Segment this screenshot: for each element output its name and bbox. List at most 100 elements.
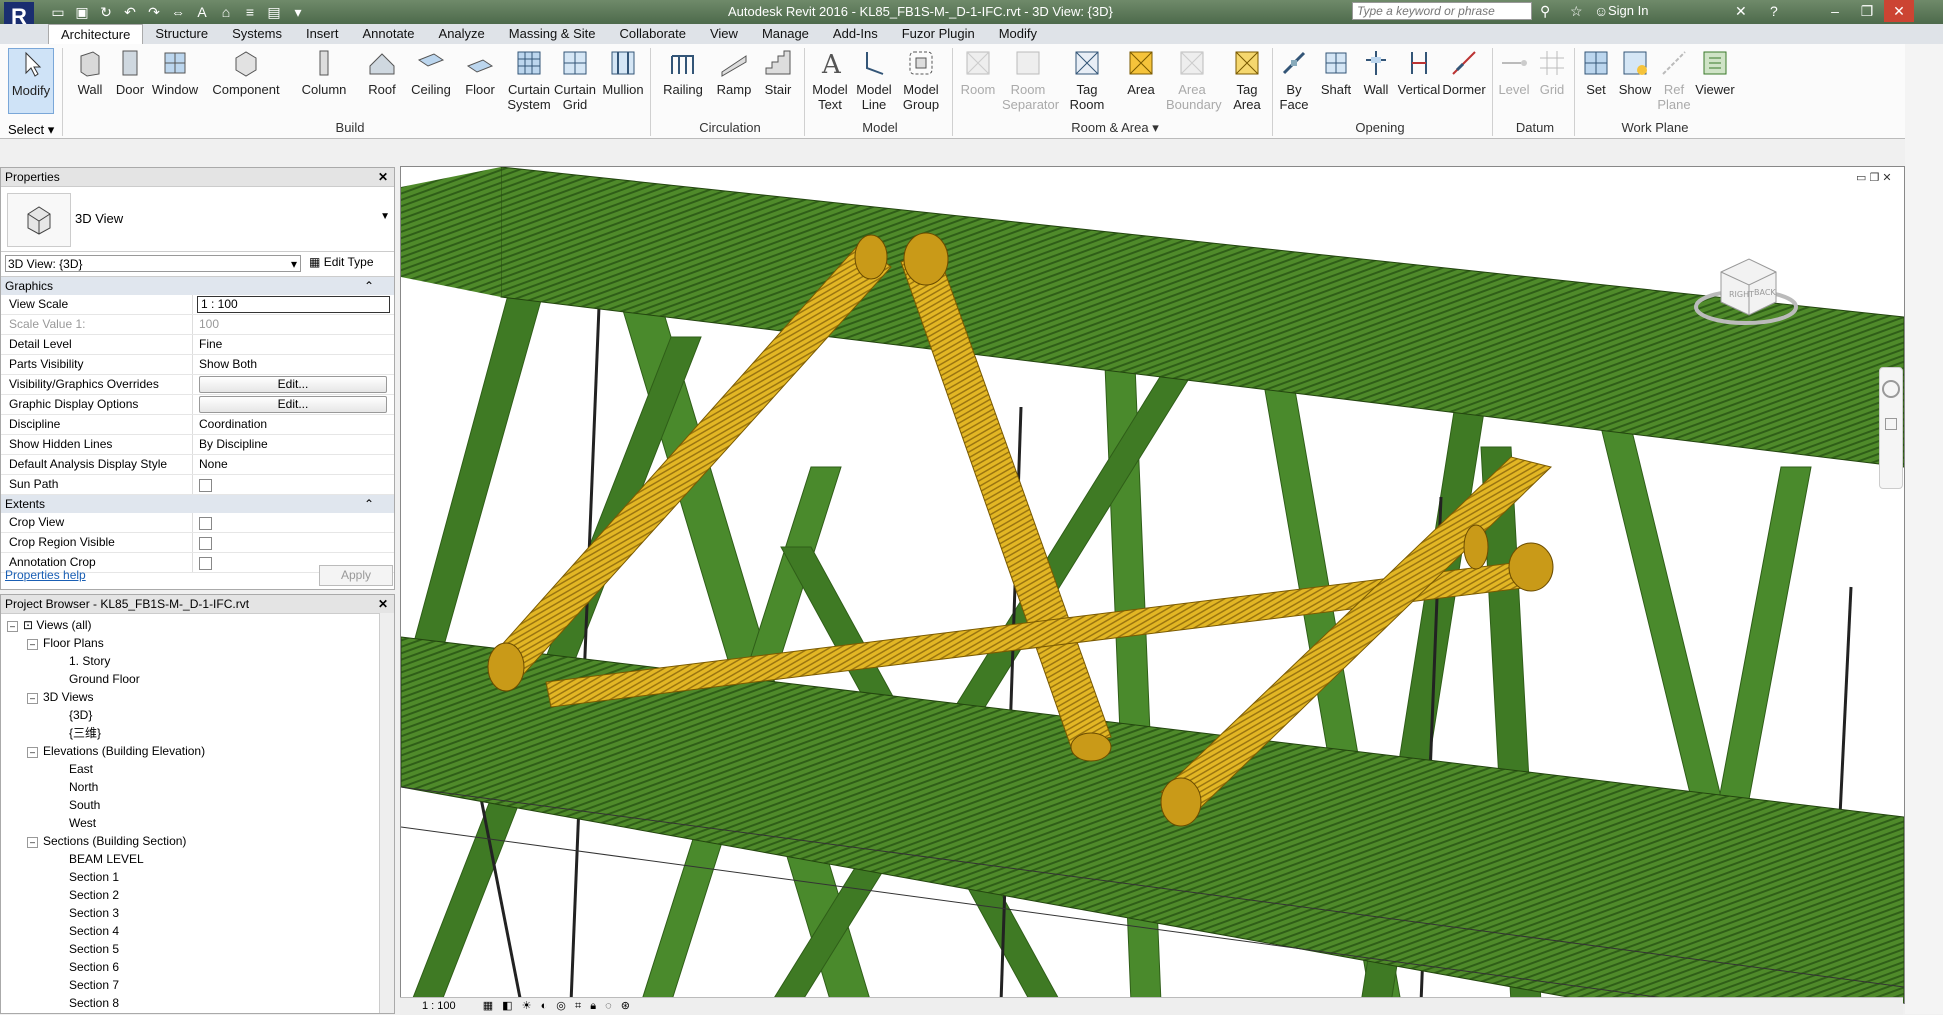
curtain-grid-button[interactable]: Curtain Grid <box>554 48 596 112</box>
tab-collaborate[interactable]: Collaborate <box>607 24 698 44</box>
window-button[interactable]: Window <box>150 48 200 97</box>
collapse-icon[interactable]: – <box>7 621 18 632</box>
tag-room-button[interactable]: Tag Room <box>1066 48 1108 112</box>
viewcube[interactable]: RIGHT BACK <box>1691 237 1801 337</box>
sun-path-icon[interactable]: ☀ <box>522 1000 532 1012</box>
crop-region-checkbox[interactable] <box>199 537 212 550</box>
component-button[interactable]: Component <box>210 48 282 97</box>
railing-button[interactable]: Railing <box>660 48 706 97</box>
graphics-section[interactable]: Graphics ⌃ <box>1 277 394 295</box>
tab-add-ins[interactable]: Add-Ins <box>821 24 890 44</box>
text-icon[interactable]: A <box>192 2 212 22</box>
measure-icon[interactable]: ⇔ <box>168 2 188 22</box>
exchange-icon[interactable]: ✕ <box>1735 3 1747 20</box>
properties-help-link[interactable]: Properties help <box>5 568 86 582</box>
tree-item[interactable]: Section 2 <box>7 886 394 904</box>
help-icon[interactable]: ? <box>1770 3 1778 19</box>
apply-button[interactable]: Apply <box>319 565 393 586</box>
dormer-button[interactable]: Dormer <box>1442 48 1486 97</box>
model-group-button[interactable]: Model Group <box>898 48 944 112</box>
tree-item[interactable]: Section 4 <box>7 922 394 940</box>
tab-modify[interactable]: Modify <box>987 24 1049 44</box>
room-separator-button[interactable]: Room Separator <box>1002 48 1059 112</box>
save-icon[interactable]: ▣ <box>72 2 92 22</box>
tree-item[interactable]: BEAM LEVEL <box>7 850 394 868</box>
vg-edit-button[interactable]: Edit... <box>199 376 387 393</box>
area-boundary-button[interactable]: Area Boundary <box>1166 48 1222 112</box>
grid-button[interactable]: Grid <box>1534 48 1570 97</box>
select-dropdown[interactable]: Select ▾ <box>8 122 54 138</box>
instance-selector[interactable]: 3D View: {3D} ▾ <box>5 255 301 272</box>
hide-isolate-icon[interactable]: ◌ <box>605 1000 612 1012</box>
tree-item[interactable]: West <box>7 814 394 832</box>
tag-area-button[interactable]: Tag Area <box>1226 48 1268 112</box>
view-scale-input[interactable]: 1 : 100 <box>197 296 390 313</box>
collapse-icon[interactable]: – <box>27 639 38 650</box>
tree-item[interactable]: Section 7 <box>7 976 394 994</box>
gdo-edit-button[interactable]: Edit... <box>199 396 387 413</box>
prop-parts-visibility[interactable]: Parts Visibility Show Both <box>1 355 394 375</box>
minimize-view-icon[interactable]: ▭ <box>1856 172 1866 184</box>
redo-icon[interactable]: ↷ <box>144 2 164 22</box>
edit-type-button[interactable]: ▦ Edit Type <box>309 255 374 269</box>
stair-button[interactable]: Stair <box>758 48 798 97</box>
tree-item[interactable]: South <box>7 796 394 814</box>
wall-button[interactable]: Wall <box>70 48 110 97</box>
tree-item[interactable]: Section 6 <box>7 958 394 976</box>
roof-button[interactable]: Roof <box>362 48 402 97</box>
tree-item[interactable]: Section 1 <box>7 868 394 886</box>
column-button[interactable]: Column <box>298 48 350 97</box>
by-face-button[interactable]: By Face <box>1276 48 1312 112</box>
tab-manage[interactable]: Manage <box>750 24 821 44</box>
visual-style-icon[interactable]: ◧ <box>502 1000 512 1012</box>
lock-icon[interactable]: 🔒︎ <box>590 1000 596 1012</box>
restore-view-icon[interactable]: ❐ <box>1869 172 1879 184</box>
tree-item[interactable]: North <box>7 778 394 796</box>
floor-button[interactable]: Floor <box>460 48 500 97</box>
restore-button[interactable]: ❐ <box>1852 0 1882 22</box>
ceiling-button[interactable]: Ceiling <box>408 48 454 97</box>
tab-massing-site[interactable]: Massing & Site <box>497 24 608 44</box>
model-line-button[interactable]: Model Line <box>852 48 896 112</box>
detail-level-icon[interactable]: ▦ <box>483 1000 493 1012</box>
render-icon[interactable]: ◎ <box>556 1000 566 1012</box>
tab-fuzor-plugin[interactable]: Fuzor Plugin <box>890 24 987 44</box>
sun-path-checkbox[interactable] <box>199 479 212 492</box>
wall-opening-button[interactable]: Wall <box>1356 48 1396 97</box>
zoom-icon[interactable] <box>1885 418 1897 430</box>
tab-systems[interactable]: Systems <box>220 24 294 44</box>
binoculars-icon[interactable]: ⚲ <box>1540 3 1550 20</box>
star-icon[interactable]: ☆ <box>1570 3 1583 20</box>
area-button[interactable]: Area <box>1120 48 1162 97</box>
tree-item[interactable]: Section 3 <box>7 904 394 922</box>
thin-lines-icon[interactable]: ≡ <box>240 2 260 22</box>
minimize-button[interactable]: – <box>1820 0 1850 22</box>
open-icon[interactable]: ▭ <box>48 2 68 22</box>
shaft-button[interactable]: Shaft <box>1316 48 1356 97</box>
tab-insert[interactable]: Insert <box>294 24 351 44</box>
qat-dropdown-icon[interactable]: ▾ <box>288 2 308 22</box>
prop-discipline[interactable]: Discipline Coordination <box>1 415 394 435</box>
steering-wheel-icon[interactable] <box>1882 380 1900 398</box>
close-hidden-icon[interactable]: ▤ <box>264 2 284 22</box>
sync-icon[interactable]: ↻ <box>96 2 116 22</box>
tab-analyze[interactable]: Analyze <box>427 24 497 44</box>
prop-hidden-lines[interactable]: Show Hidden Lines By Discipline <box>1 435 394 455</box>
model-text-button[interactable]: A Model Text <box>808 48 852 112</box>
tree-3d-views[interactable]: –3D Views <box>7 688 394 706</box>
collapse-icon[interactable]: – <box>27 693 38 704</box>
collapse-icon[interactable]: – <box>27 837 38 848</box>
tree-item[interactable]: Ground Floor <box>7 670 394 688</box>
tab-architecture[interactable]: Architecture <box>48 23 144 45</box>
prop-analysis-style[interactable]: Default Analysis Display Style None <box>1 455 394 475</box>
ramp-button[interactable]: Ramp <box>714 48 754 97</box>
navigation-bar[interactable] <box>1879 367 1903 489</box>
type-selector[interactable]: 3D View ▼ <box>1 187 394 252</box>
vertical-button[interactable]: Vertical <box>1396 48 1442 97</box>
tab-view[interactable]: View <box>698 24 750 44</box>
reveal-hidden-icon[interactable]: ⊛ <box>621 1000 630 1012</box>
tree-sections[interactable]: – Sections (Building Section) <box>7 832 394 850</box>
sign-in-link[interactable]: Sign In <box>1608 3 1648 18</box>
tab-structure[interactable]: Structure <box>143 24 220 44</box>
mullion-button[interactable]: Mullion <box>600 48 646 97</box>
